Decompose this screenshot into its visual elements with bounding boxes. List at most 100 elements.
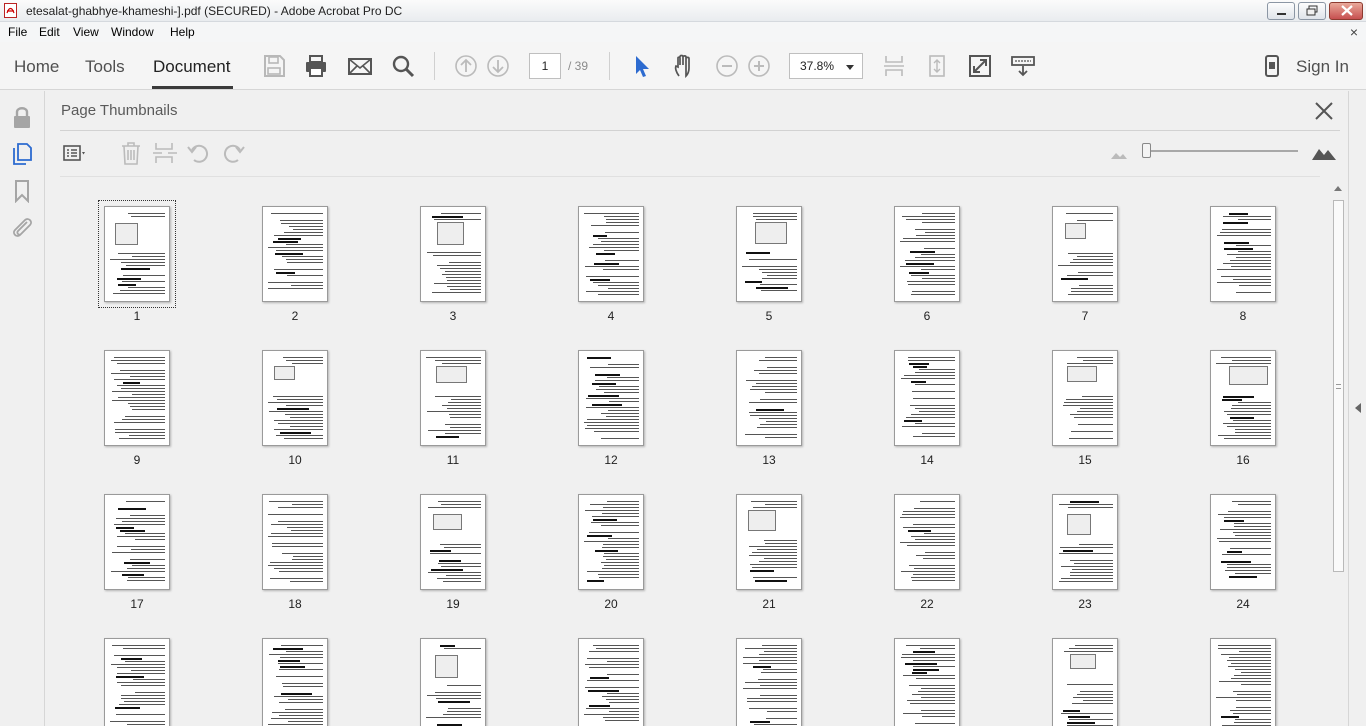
text-line — [128, 213, 165, 214]
page-thumbnail[interactable] — [1052, 350, 1118, 446]
text-line — [450, 417, 481, 418]
text-line — [283, 357, 323, 358]
expand-right-panel-icon[interactable] — [1355, 403, 1361, 413]
page-thumbnail[interactable] — [894, 206, 960, 302]
zoom-in-icon[interactable] — [747, 54, 771, 78]
text-line — [605, 260, 639, 261]
delete-icon[interactable] — [118, 141, 144, 165]
text-line — [1064, 651, 1113, 652]
page-thumbnail[interactable] — [1210, 494, 1276, 590]
rotate-right-icon[interactable] — [220, 141, 246, 165]
page-thumbnail[interactable] — [1052, 494, 1118, 590]
page-number-input[interactable]: 1 — [529, 53, 561, 79]
thumbnail-page-number: 7 — [1081, 309, 1089, 323]
fit-page-icon[interactable] — [882, 54, 906, 78]
page-thumbnail[interactable] — [736, 638, 802, 726]
page-thumbnail[interactable] — [420, 206, 486, 302]
page-thumbnail[interactable] — [736, 206, 802, 302]
options-menu-icon[interactable] — [62, 141, 88, 165]
select-cursor-icon[interactable] — [630, 54, 654, 78]
menu-view[interactable]: View — [73, 25, 99, 39]
page-thumbnail[interactable] — [894, 350, 960, 446]
page-thumbnail[interactable] — [262, 206, 328, 302]
tab-document[interactable]: Document — [153, 57, 230, 77]
close-window-button[interactable] — [1329, 2, 1363, 20]
menu-help[interactable]: Help — [170, 25, 195, 39]
lock-icon[interactable] — [10, 105, 34, 129]
print-icon[interactable] — [304, 54, 328, 78]
zoom-dropdown[interactable]: 37.8% — [789, 53, 863, 79]
insert-page-icon[interactable] — [152, 141, 178, 165]
close-icon[interactable] — [1313, 100, 1335, 122]
vertical-scrollbar[interactable] — [1328, 180, 1348, 726]
page-thumbnail[interactable] — [1210, 350, 1276, 446]
text-line — [1067, 363, 1113, 364]
text-line — [603, 507, 639, 508]
small-thumb-icon[interactable] — [1108, 141, 1134, 165]
minimize-icon — [1277, 13, 1286, 15]
page-thumbnail[interactable] — [1210, 206, 1276, 302]
rotate-left-icon[interactable] — [186, 141, 212, 165]
text-line — [270, 562, 323, 563]
tab-home[interactable]: Home — [14, 57, 59, 77]
close-document-button[interactable]: × — [1350, 24, 1358, 40]
attachment-icon[interactable] — [10, 215, 34, 239]
minimize-button[interactable] — [1267, 2, 1295, 20]
mobile-icon[interactable] — [1260, 54, 1284, 78]
menu-window[interactable]: Window — [111, 25, 154, 39]
text-line — [289, 226, 323, 227]
page-thumbnail[interactable] — [420, 350, 486, 446]
hand-icon[interactable] — [672, 54, 696, 78]
page-thumbnail[interactable] — [104, 638, 170, 726]
prev-page-icon[interactable] — [454, 54, 478, 78]
text-line — [112, 552, 165, 553]
page-thumbnail[interactable] — [262, 350, 328, 446]
page-thumbnails-icon[interactable] — [10, 142, 34, 166]
page-thumbnail[interactable] — [578, 494, 644, 590]
thumbnail-size-slider[interactable] — [1146, 150, 1298, 152]
tab-tools[interactable]: Tools — [85, 57, 125, 77]
menu-file[interactable]: File — [8, 25, 27, 39]
scrollbar-thumb[interactable] — [1333, 200, 1344, 572]
page-thumbnail[interactable] — [578, 206, 644, 302]
bookmark-icon[interactable] — [10, 179, 34, 203]
text-line — [585, 510, 639, 511]
full-screen-icon[interactable] — [968, 54, 992, 78]
page-thumbnail[interactable] — [104, 350, 170, 446]
page-thumbnail[interactable] — [736, 494, 802, 590]
page-thumbnail[interactable] — [98, 200, 176, 308]
maximize-button[interactable] — [1298, 2, 1326, 20]
text-line — [587, 680, 639, 681]
page-thumbnail[interactable] — [262, 494, 328, 590]
menu-edit[interactable]: Edit — [39, 25, 60, 39]
save-icon[interactable] — [262, 54, 286, 78]
page-thumbnail[interactable] — [262, 638, 328, 726]
text-line — [925, 232, 955, 233]
page-thumbnail[interactable] — [578, 638, 644, 726]
email-icon[interactable] — [348, 54, 372, 78]
text-line — [1238, 219, 1271, 220]
slider-handle[interactable] — [1142, 143, 1151, 158]
page-thumbnail[interactable] — [420, 494, 486, 590]
search-icon[interactable] — [391, 54, 415, 78]
page-thumbnail[interactable] — [894, 638, 960, 726]
page-thumbnail[interactable] — [420, 638, 486, 726]
text-line — [123, 382, 140, 384]
text-line — [598, 574, 639, 575]
page-thumbnail[interactable] — [578, 350, 644, 446]
sign-in-link[interactable]: Sign In — [1296, 57, 1349, 77]
scroll-up-arrow-icon[interactable] — [1334, 186, 1342, 191]
page-thumbnail[interactable] — [1210, 638, 1276, 726]
page-thumbnail[interactable] — [1052, 638, 1118, 726]
next-page-icon[interactable] — [486, 54, 510, 78]
text-line — [1238, 402, 1271, 403]
read-mode-icon[interactable] — [1011, 54, 1035, 78]
page-thumbnail[interactable] — [104, 494, 170, 590]
page-thumbnail[interactable] — [894, 494, 960, 590]
zoom-out-icon[interactable] — [715, 54, 739, 78]
page-thumbnail[interactable] — [1052, 206, 1118, 302]
scroll-mode-icon[interactable] — [925, 54, 949, 78]
text-line — [290, 581, 323, 582]
page-thumbnail[interactable] — [736, 350, 802, 446]
large-thumb-icon[interactable] — [1311, 141, 1337, 165]
